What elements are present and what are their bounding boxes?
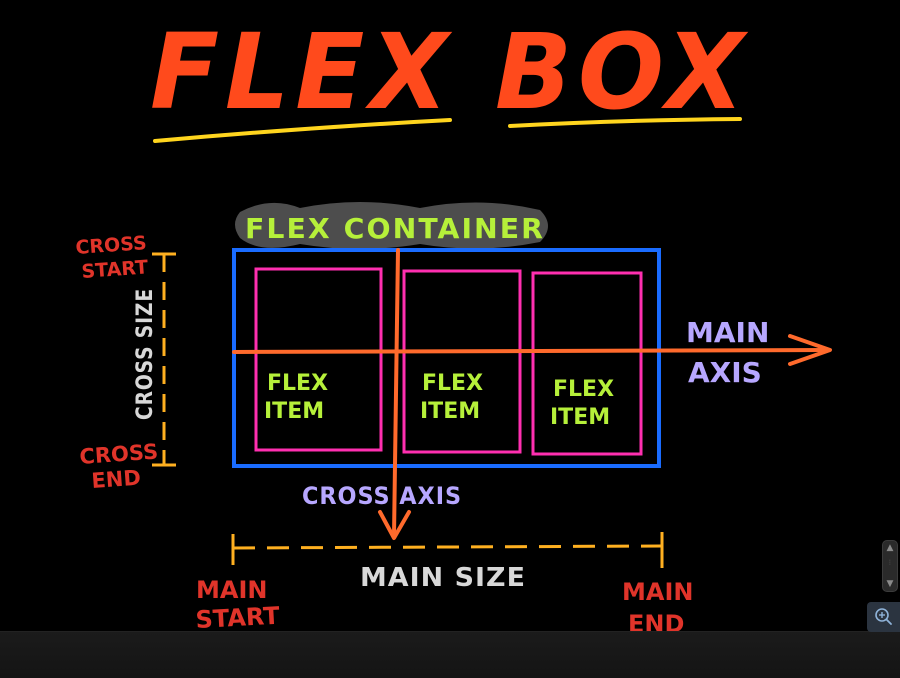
cross-start-label-line1: CROSS bbox=[75, 232, 148, 259]
main-start-label-line1: MAIN bbox=[196, 576, 267, 604]
cross-end-label-line2: END bbox=[91, 466, 142, 493]
main-axis-label-line2: AXIS bbox=[688, 356, 762, 389]
main-size-label: MAIN SIZE bbox=[360, 563, 526, 593]
cross-start-label-line2: START bbox=[81, 256, 149, 283]
flex-item-2-label-line2: ITEM bbox=[420, 399, 480, 424]
main-axis-line bbox=[232, 348, 830, 354]
stepper-grip-icon: ⋮ bbox=[887, 559, 893, 566]
zoom-button[interactable] bbox=[867, 602, 900, 632]
flex-item-3-label-line1: FLEX bbox=[553, 377, 614, 402]
flex-container-label: FLEX CONTAINER bbox=[245, 212, 545, 245]
flex-item-2 bbox=[402, 269, 522, 454]
main-start-label-line2: START bbox=[195, 602, 281, 634]
flexbox-diagram: FLEX BOX FLEX CONTAINER FLEX ITEM FLEX I… bbox=[0, 0, 900, 678]
flex-item-1-label-line1: FLEX bbox=[267, 371, 328, 396]
main-axis-label-line1: MAIN bbox=[686, 316, 769, 349]
flex-item-2-label-line1: FLEX bbox=[422, 371, 483, 396]
diagram-title: FLEX BOX bbox=[150, 11, 750, 133]
zoom-in-icon bbox=[875, 608, 892, 625]
step-down-icon[interactable]: ▼ bbox=[885, 579, 895, 589]
diagram-canvas: FLEX BOX FLEX CONTAINER FLEX ITEM FLEX I… bbox=[75, 11, 832, 638]
main-size-dashed-line bbox=[232, 544, 663, 550]
viewer-bottom-bar bbox=[0, 631, 900, 678]
cross-axis-label: CROSS AXIS bbox=[302, 482, 462, 510]
main-end-label-line1: MAIN bbox=[622, 578, 693, 606]
step-up-icon[interactable]: ▲ bbox=[885, 543, 895, 553]
flex-item-1-label-line2: ITEM bbox=[264, 399, 324, 424]
cross-size-label: CROSS SIZE bbox=[133, 288, 158, 420]
cross-end-label-line1: CROSS bbox=[79, 440, 159, 469]
flex-item-3-label-line2: ITEM bbox=[550, 405, 610, 430]
flex-container bbox=[232, 248, 661, 468]
page-stepper[interactable]: ▲ ⋮ ▼ bbox=[882, 540, 898, 592]
